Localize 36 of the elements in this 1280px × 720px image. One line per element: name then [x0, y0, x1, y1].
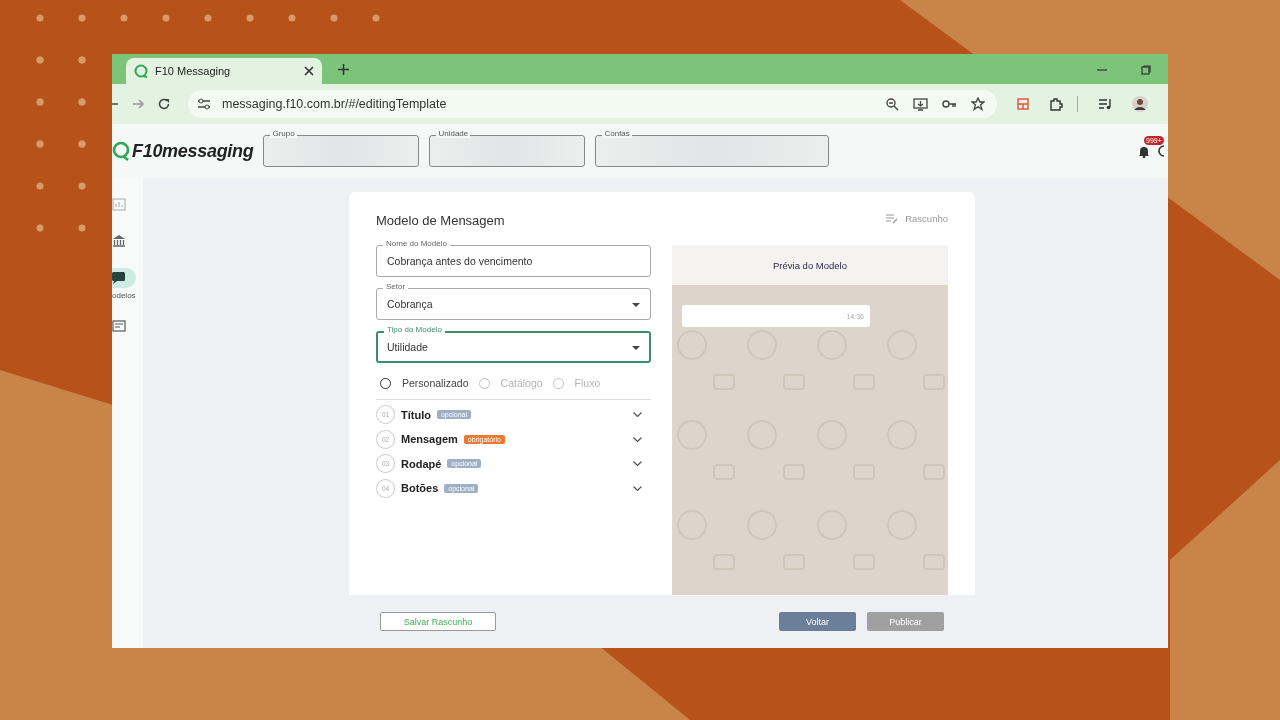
media-icon[interactable] [1098, 98, 1112, 110]
install-icon[interactable] [913, 97, 928, 111]
logo-icon [112, 141, 130, 161]
back-button[interactable]: Voltar [779, 612, 856, 631]
address-bar[interactable]: messaging.f10.com.br/#/editingTemplate [188, 90, 997, 118]
new-tab-icon[interactable] [338, 64, 349, 75]
reload-icon[interactable] [158, 98, 170, 110]
browser-tab[interactable]: F10 Messaging [126, 58, 322, 84]
account-icon[interactable] [1158, 145, 1164, 157]
radio-option[interactable]: Personalizado [380, 377, 469, 389]
tab-title: F10 Messaging [155, 65, 232, 77]
logo-text: F10messaging [132, 140, 254, 162]
chevron-icon[interactable] [633, 412, 642, 418]
preview-title: Prévia do Modelo [672, 245, 948, 285]
zoom-icon[interactable] [886, 97, 899, 111]
app-logo-icon [134, 64, 148, 78]
star-icon[interactable] [971, 97, 985, 111]
caret-icon [632, 344, 640, 350]
key-icon[interactable] [942, 99, 957, 109]
caret-icon [632, 301, 640, 307]
form-title: Modelo de Mensagem [376, 213, 505, 228]
restore-icon[interactable] [1141, 65, 1151, 75]
avatar-icon[interactable] [1132, 96, 1148, 112]
chevron-icon[interactable] [633, 461, 642, 467]
chat-icon [112, 268, 136, 288]
bell-icon[interactable] [1138, 144, 1150, 158]
url-text: messaging.f10.com.br/#/editingTemplate [222, 97, 447, 111]
chevron-icon[interactable] [633, 436, 642, 442]
draft-icon [886, 213, 899, 224]
status-label: Rascunho [905, 213, 948, 224]
close-icon[interactable] [304, 66, 314, 76]
chevron-icon[interactable] [633, 485, 642, 491]
puzzle-icon[interactable] [1049, 97, 1063, 111]
site-settings-icon[interactable] [196, 97, 212, 111]
sidebar-item[interactable]: odelos [112, 268, 136, 300]
layout-icon[interactable] [1017, 98, 1029, 110]
